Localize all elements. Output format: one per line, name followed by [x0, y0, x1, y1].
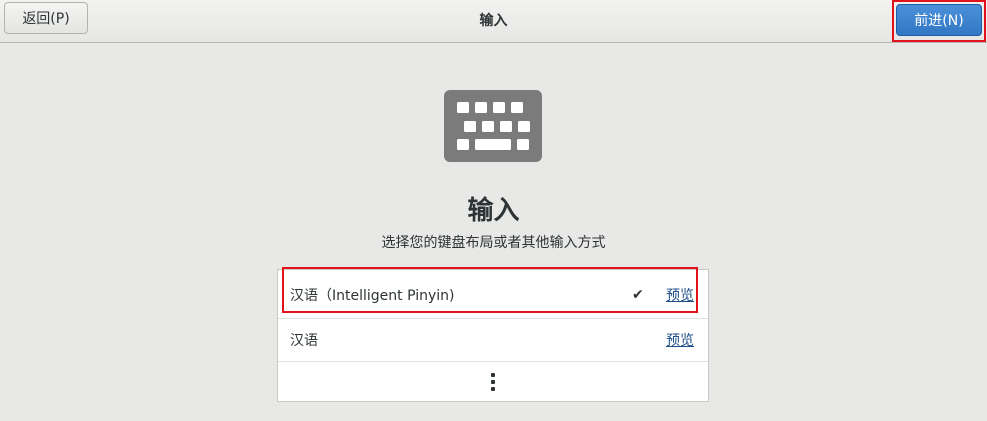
- page-subtitle: 选择您的键盘布局或者其他输入方式: [381, 235, 606, 251]
- keyboard-icon: [444, 90, 542, 162]
- checkmark-icon: ✔: [632, 287, 644, 303]
- preview-link[interactable]: 预览: [666, 285, 694, 305]
- list-item-label: 汉语: [290, 333, 318, 349]
- next-button-highlight: [892, 0, 986, 42]
- list-item-label: 汉语（Intelligent Pinyin): [290, 288, 455, 304]
- input-source-list: 汉语（Intelligent Pinyin) ✔ 预览 汉语 预览: [277, 269, 709, 402]
- list-item[interactable]: 汉语 预览: [278, 318, 708, 361]
- list-item[interactable]: 汉语（Intelligent Pinyin) ✔ 预览: [278, 272, 708, 318]
- header-bar: [0, 0, 987, 43]
- more-vertical-icon: [491, 372, 495, 391]
- back-button[interactable]: 返回(P): [4, 2, 88, 34]
- more-button[interactable]: [278, 361, 708, 401]
- preview-link[interactable]: 预览: [666, 330, 694, 350]
- page-title: 输入: [467, 196, 520, 226]
